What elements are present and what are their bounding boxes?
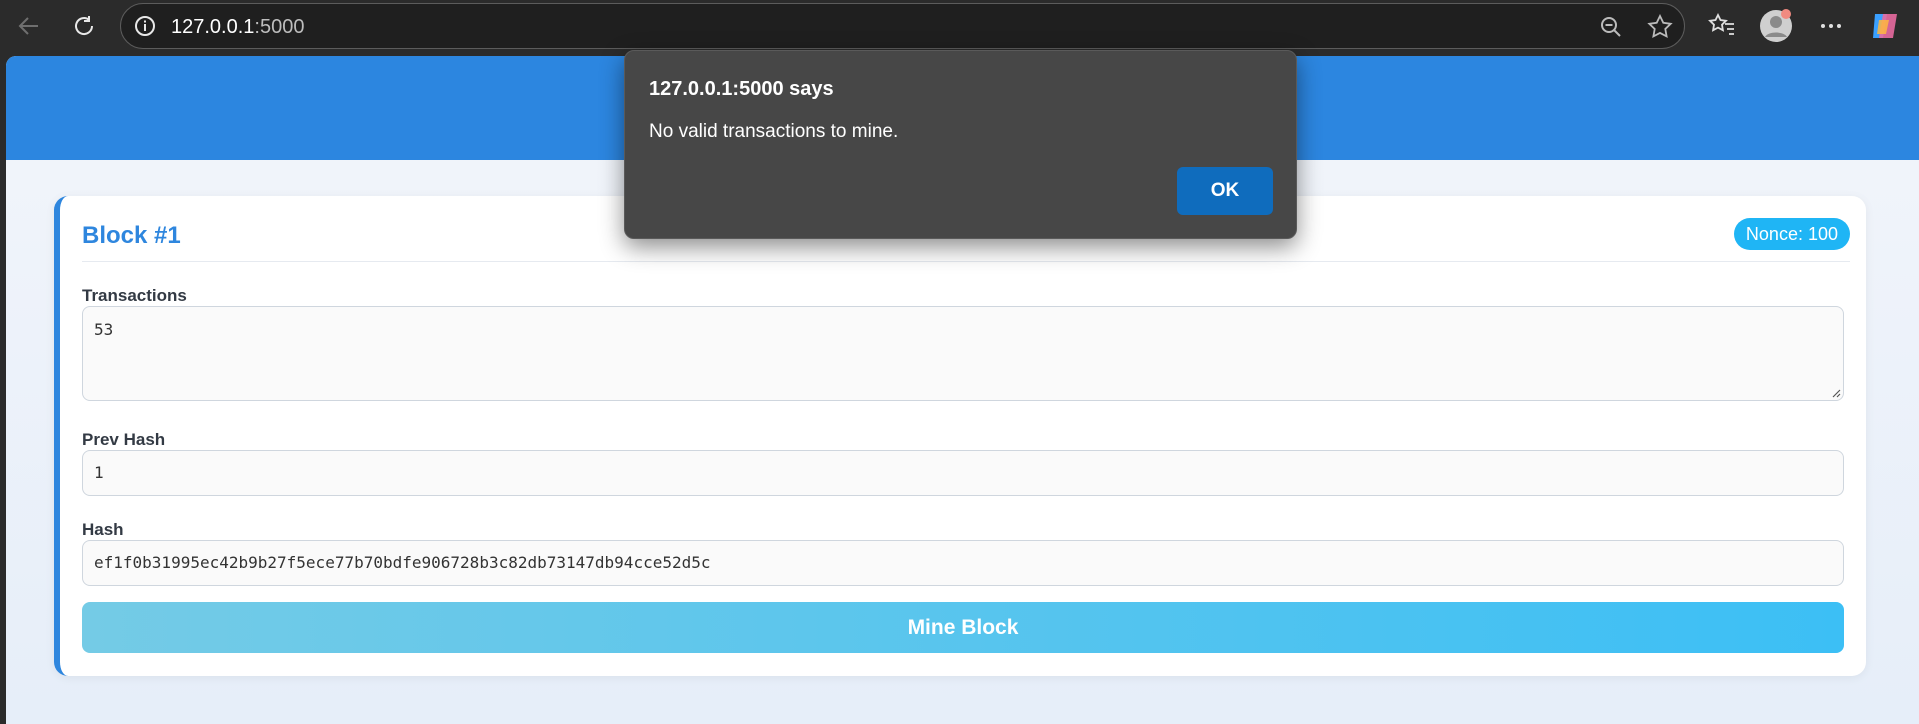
favorites-icon[interactable] [1704, 8, 1740, 44]
transactions-textarea[interactable]: 53 [82, 306, 1844, 401]
zoom-out-icon[interactable] [1599, 15, 1623, 44]
ok-button[interactable]: OK [1177, 167, 1273, 215]
nonce-badge: Nonce: 100 [1733, 218, 1850, 250]
copilot-icon[interactable] [1867, 8, 1903, 44]
transactions-value: 53 [94, 320, 114, 339]
mine-block-button[interactable]: Mine Block [82, 602, 1844, 653]
favorite-star-icon[interactable] [1647, 13, 1673, 45]
profile-avatar-icon[interactable] [1758, 8, 1794, 44]
dialog-message: No valid transactions to mine. [649, 121, 899, 142]
url-port: :5000 [254, 16, 305, 38]
prev-hash-value: 1 [94, 463, 104, 482]
dialog-title: 127.0.0.1:5000 says [649, 78, 834, 100]
more-menu-icon[interactable] [1813, 8, 1849, 44]
refresh-icon[interactable] [66, 8, 102, 44]
block-title: Block #1 [82, 222, 181, 249]
prev-hash-label: Prev Hash [82, 430, 166, 449]
block-card: Block #1 Nonce: 100 Transactions 53 Prev… [54, 196, 1866, 676]
info-icon[interactable] [134, 15, 156, 42]
url-host: 127.0.0.1 [171, 16, 255, 38]
url-text[interactable]: 127.0.0.1:5000 [171, 16, 304, 39]
resize-grip-icon[interactable] [1831, 388, 1841, 398]
divider [82, 261, 1850, 262]
alert-dialog: 127.0.0.1:5000 says No valid transaction… [624, 50, 1297, 239]
address-bar[interactable]: 127.0.0.1:5000 [120, 3, 1685, 49]
browser-toolbar: 127.0.0.1:5000 [0, 0, 1919, 52]
hash-value: ef1f0b31995ec42b9b27f5ece77b70bdfe906728… [94, 553, 711, 572]
transactions-label: Transactions [82, 286, 187, 305]
hash-input[interactable]: ef1f0b31995ec42b9b27f5ece77b70bdfe906728… [82, 540, 1844, 586]
prev-hash-input[interactable]: 1 [82, 450, 1844, 496]
hash-label: Hash [82, 520, 124, 539]
back-arrow-icon[interactable] [11, 8, 47, 44]
